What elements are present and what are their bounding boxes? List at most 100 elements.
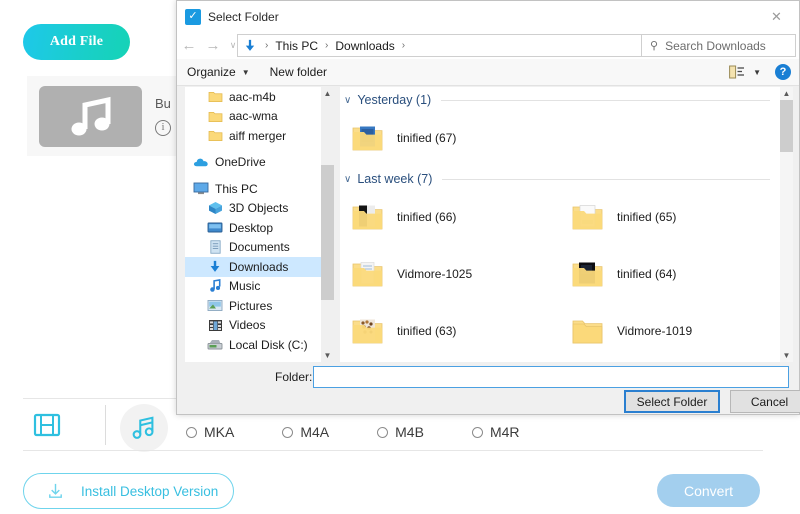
list-item-label: tinified (65) [617, 210, 676, 224]
pictures-icon [207, 298, 223, 314]
list-item[interactable]: tinified (65) [560, 188, 780, 245]
list-item-label: tinified (67) [397, 131, 456, 145]
install-label: Install Desktop Version [81, 484, 218, 499]
radio-circle-icon [377, 427, 388, 438]
new-folder-label: New folder [270, 65, 327, 79]
tab-audio[interactable] [120, 404, 168, 452]
search-placeholder: Search Downloads [665, 39, 766, 53]
sidebar-item-label: Desktop [229, 221, 273, 235]
downloads-icon [207, 259, 223, 275]
sidebar-item-label: OneDrive [215, 155, 266, 169]
sidebar-item-aac-m4b[interactable]: aac-m4b [185, 87, 332, 107]
select-folder-label: Select Folder [637, 395, 708, 409]
organize-label: Organize [187, 65, 236, 79]
group-header-last-week[interactable]: ∨ Last week (7) [344, 172, 780, 186]
list-item-label: tinified (63) [397, 324, 456, 338]
list-item-label: tinified (66) [397, 210, 456, 224]
sidebar-item-aac-wma[interactable]: aac-wma [185, 107, 332, 127]
list-item[interactable]: Vidmore-1019 [560, 302, 780, 359]
sidebar-item-label: Downloads [229, 260, 288, 274]
list-item[interactable]: tinified (67) [340, 109, 560, 166]
list-item-label: tinified (64) [617, 267, 676, 281]
file-list[interactable]: ∨ Yesterday (1) tinified (67) [340, 87, 780, 362]
breadcrumb[interactable]: › This PC › Downloads › [237, 34, 667, 57]
radio-label: M4R [490, 424, 520, 440]
folder-icon [352, 261, 383, 286]
cancel-button[interactable]: Cancel [730, 390, 800, 413]
info-icon[interactable]: i [155, 120, 171, 136]
chevron-down-icon: ▼ [242, 68, 250, 77]
breadcrumb-this-pc[interactable]: This PC [273, 39, 320, 53]
sidebar-item-videos[interactable]: Videos [185, 316, 332, 336]
folder-icon [207, 89, 223, 105]
search-input[interactable]: ⚲ Search Downloads [641, 34, 796, 57]
radio-m4a[interactable]: M4A [282, 424, 329, 440]
command-bar-right: ▼ ? [729, 64, 791, 80]
sidebar-item-label: aac-m4b [229, 90, 276, 104]
scroll-up-icon[interactable]: ▲ [321, 87, 334, 100]
sidebar-item-music[interactable]: Music [185, 277, 332, 297]
file-scroll-thumb[interactable] [780, 100, 793, 152]
sidebar-item-3d-objects[interactable]: 3D Objects [185, 199, 332, 219]
sidebar-item-local-disk-c[interactable]: Local Disk (C:) [185, 335, 332, 355]
tree-scrollbar[interactable]: ▲ ▼ [321, 87, 334, 362]
list-item[interactable]: tinified (63) [340, 302, 560, 359]
organize-menu[interactable]: Organize ▼ [177, 59, 260, 85]
format-radio-group: MKA M4A M4B M4R [186, 424, 568, 440]
list-item[interactable]: tinified (66) [340, 188, 560, 245]
view-chevron-down-icon[interactable]: ▼ [753, 68, 761, 77]
radio-mka[interactable]: MKA [186, 424, 234, 440]
folder-icon [207, 128, 223, 144]
file-list-scrollbar[interactable]: ▲ ▼ [780, 87, 793, 362]
disk-icon [207, 337, 223, 353]
dialog-command-bar: Organize ▼ New folder ▼ ? [177, 59, 799, 86]
radio-circle-icon [472, 427, 483, 438]
back-button[interactable]: ← [177, 34, 201, 58]
sidebar-item-label: Documents [229, 240, 290, 254]
breadcrumb-downloads[interactable]: Downloads [333, 39, 396, 53]
close-icon[interactable]: ✕ [754, 1, 799, 32]
sidebar-item-label: aac-wma [229, 109, 278, 123]
file-row: tinified (63) Vidmore-1019 [340, 302, 780, 359]
sidebar-item-desktop[interactable]: Desktop [185, 218, 332, 238]
radio-m4r[interactable]: M4R [472, 424, 520, 440]
list-item[interactable]: tinified (64) [560, 245, 780, 302]
install-desktop-version-button[interactable]: Install Desktop Version [23, 473, 234, 509]
chevron-down-icon: ∨ [344, 95, 351, 106]
radio-label: M4B [395, 424, 424, 440]
sidebar-item-this-pc[interactable]: This PC [185, 179, 332, 199]
sidebar-item-documents[interactable]: Documents [185, 238, 332, 258]
breadcrumb-separator: › [260, 40, 273, 51]
scroll-down-icon[interactable]: ▼ [321, 349, 334, 362]
help-icon[interactable]: ? [775, 64, 791, 80]
sidebar-item-aiff-merger[interactable]: aiff merger [185, 126, 332, 146]
folder-input[interactable] [313, 366, 789, 388]
breadcrumb-separator[interactable]: › [397, 40, 410, 51]
scroll-down-icon[interactable]: ▼ [780, 349, 793, 362]
radio-m4b[interactable]: M4B [377, 424, 424, 440]
folder-icon [572, 318, 603, 343]
sidebar-item-onedrive[interactable]: OneDrive [185, 153, 332, 173]
sidebar-item-label: Videos [229, 318, 265, 332]
dialog-titlebar: ✓ Select Folder ✕ [177, 1, 799, 32]
tree-scroll-thumb[interactable] [321, 165, 334, 300]
list-item[interactable]: Vidmore-1025 [340, 245, 560, 302]
group-header-label: Yesterday (1) [357, 93, 431, 107]
group-header-yesterday[interactable]: ∨ Yesterday (1) [344, 93, 780, 107]
select-folder-button[interactable]: Select Folder [624, 390, 720, 413]
scroll-up-icon[interactable]: ▲ [780, 87, 793, 100]
view-layout-icon[interactable] [729, 65, 745, 80]
navigation-tree[interactable]: aac-m4b aac-wma aiff merger OneDrive [185, 87, 332, 362]
new-folder-button[interactable]: New folder [260, 59, 337, 85]
sidebar-item-label: 3D Objects [229, 201, 288, 215]
sidebar-item-pictures[interactable]: Pictures [185, 296, 332, 316]
add-file-button[interactable]: Add File [23, 24, 130, 60]
chevron-down-icon: ∨ [344, 174, 351, 185]
search-icon: ⚲ [650, 39, 658, 52]
videos-icon [207, 317, 223, 333]
forward-button[interactable]: → [201, 34, 225, 58]
sidebar-item-downloads[interactable]: Downloads [185, 257, 332, 277]
tab-video[interactable] [29, 407, 65, 443]
convert-button[interactable]: Convert [657, 474, 760, 507]
file-row: tinified (67) [340, 109, 780, 166]
